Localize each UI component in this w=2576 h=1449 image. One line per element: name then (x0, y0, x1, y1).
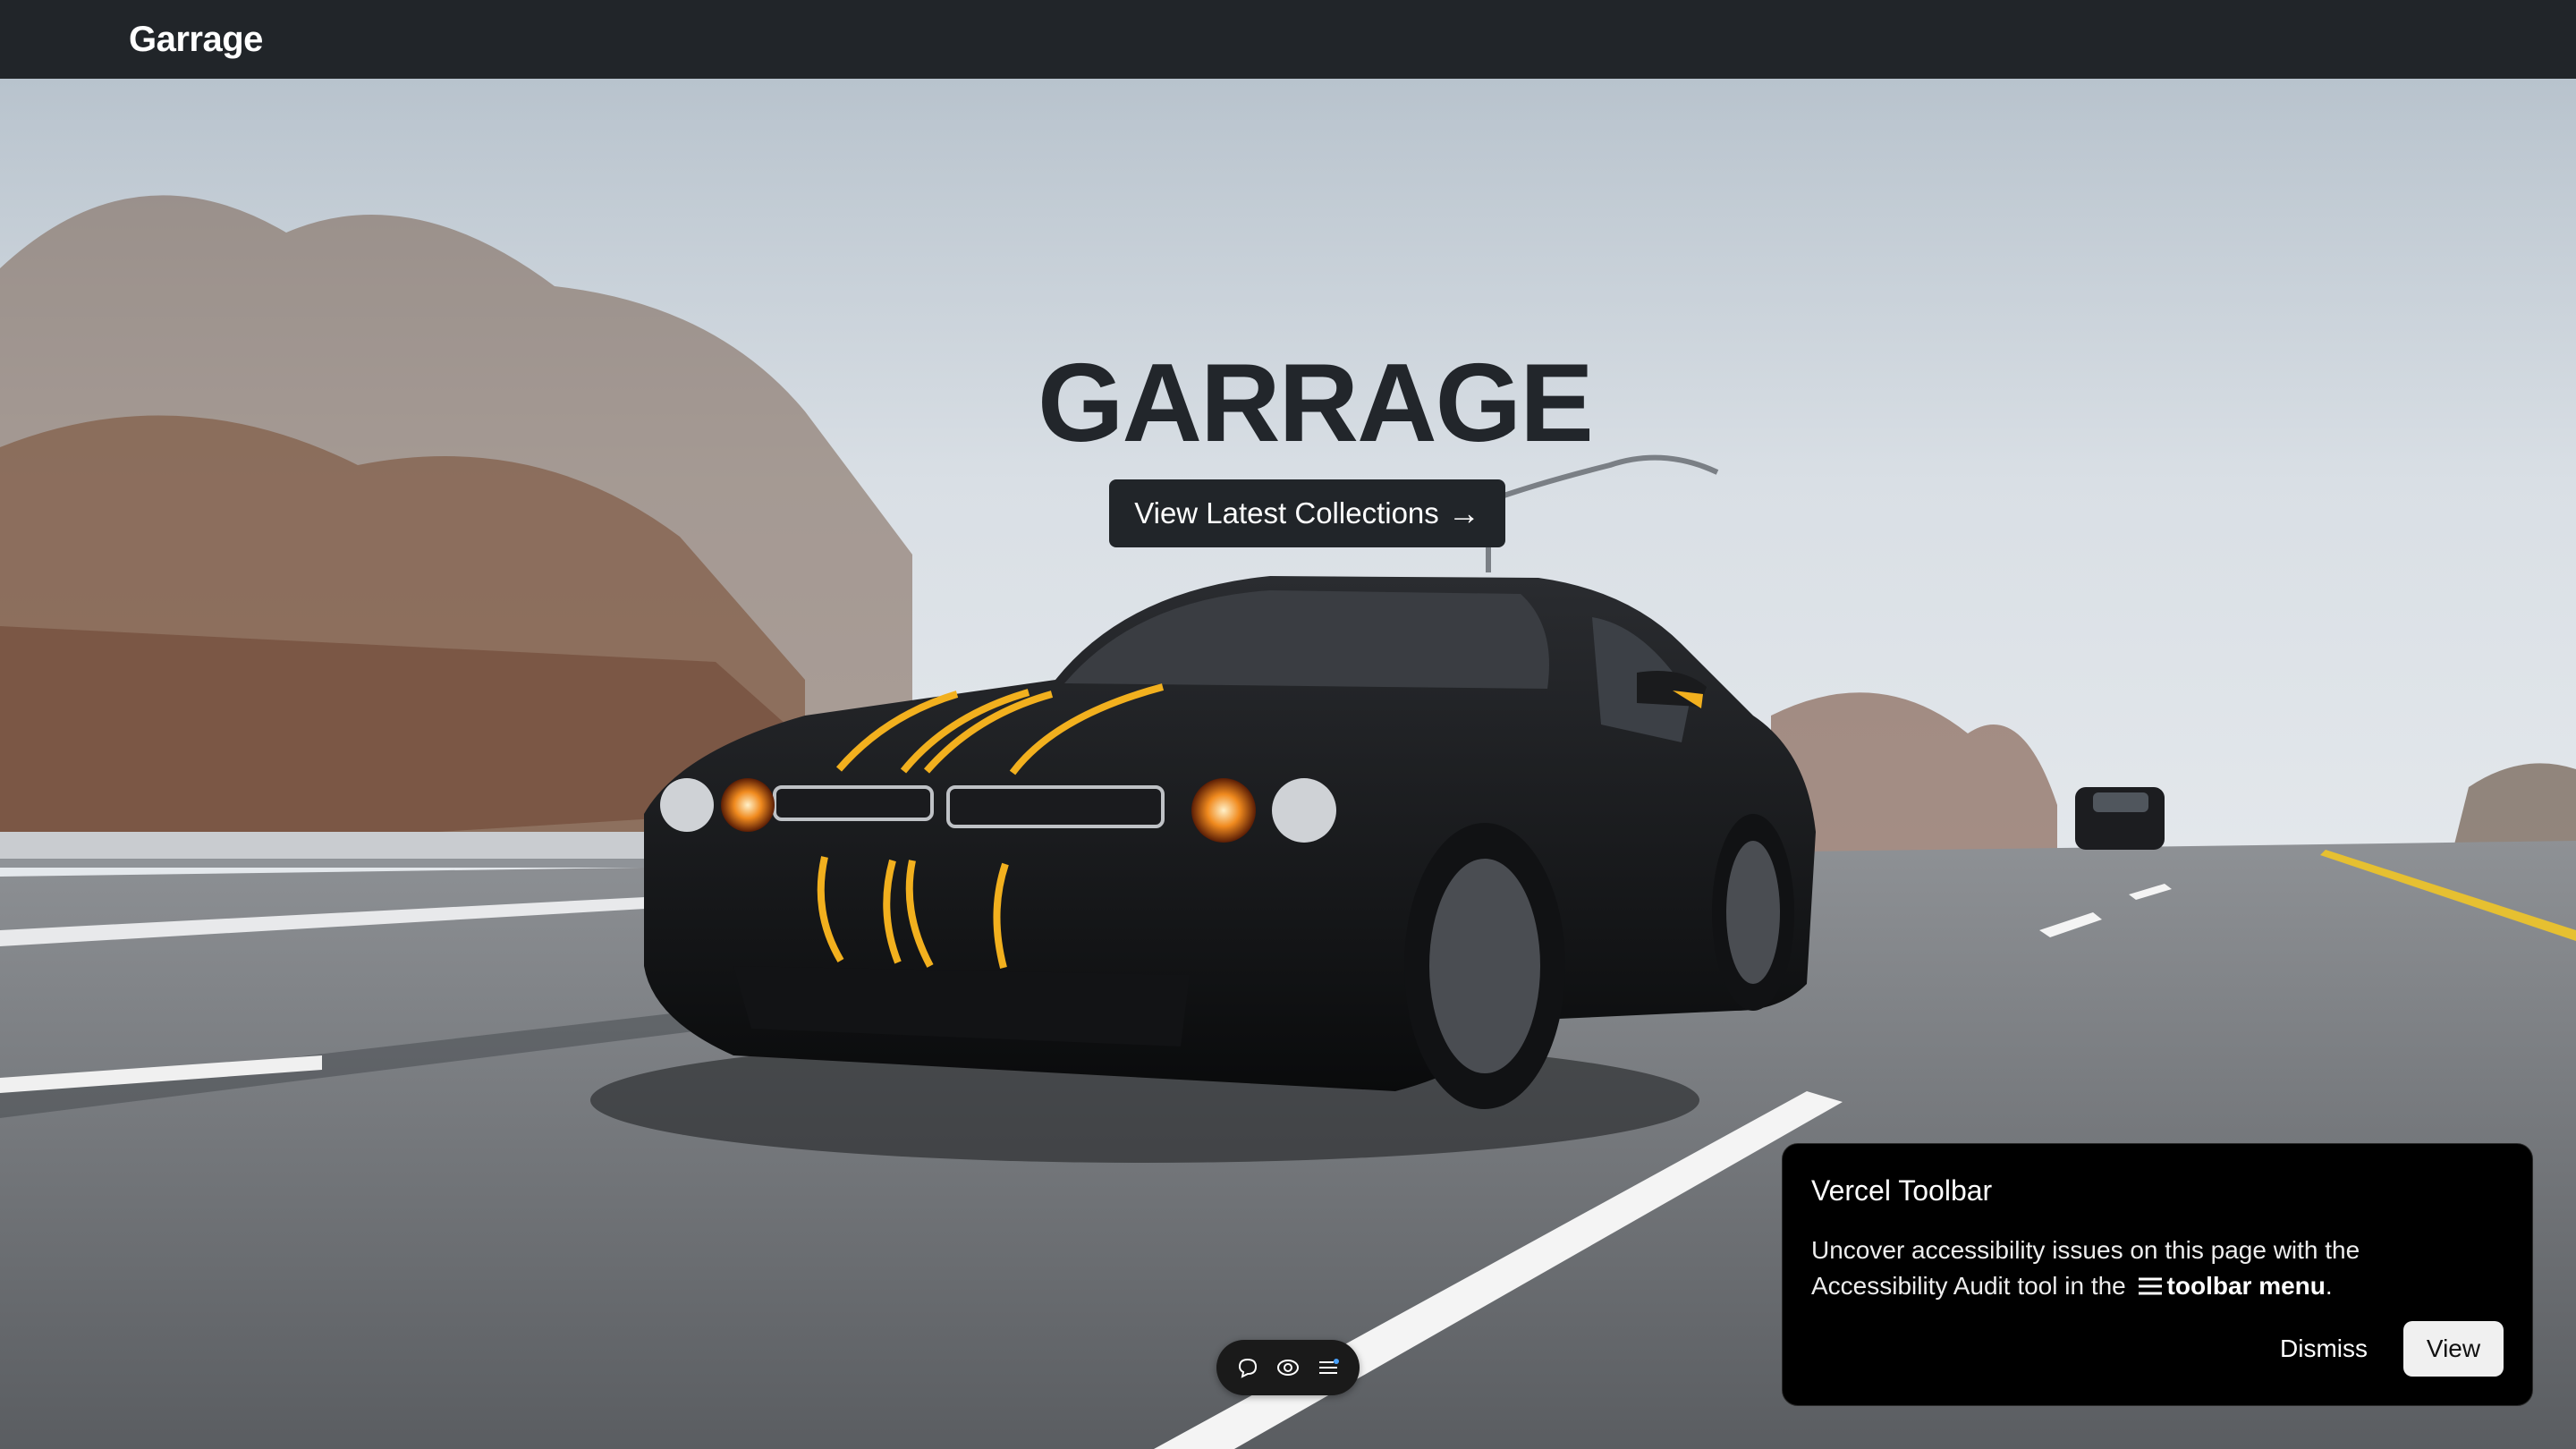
vercel-toolbar-toast: Vercel Toolbar Uncover accessibility iss… (1782, 1143, 2533, 1406)
comment-icon[interactable] (1233, 1352, 1263, 1383)
menu-icon (2137, 1272, 2164, 1308)
brand-logo-link[interactable]: Garrage (129, 20, 263, 60)
arrow-right-icon: → (1447, 495, 1480, 531)
cta-label: View Latest Collections (1134, 496, 1439, 530)
dismiss-button[interactable]: Dismiss (2280, 1335, 2368, 1363)
eye-icon[interactable] (1273, 1352, 1303, 1383)
toast-actions: Dismiss View (2280, 1321, 2504, 1377)
vercel-mini-toolbar (1216, 1340, 1360, 1395)
top-navbar: Garrage (0, 0, 2576, 79)
toast-title: Vercel Toolbar (1811, 1174, 1993, 1207)
hero-headline: GARRAGE (1038, 342, 1594, 465)
toast-body: Uncover accessibility issues on this pag… (1811, 1233, 2455, 1308)
view-latest-collections-button[interactable]: View Latest Collections → (1109, 479, 1505, 547)
toast-body-suffix: . (2325, 1272, 2333, 1300)
menu-icon[interactable] (1313, 1352, 1343, 1383)
toolbar-menu-label: toolbar menu (2166, 1272, 2326, 1300)
view-button[interactable]: View (2403, 1321, 2504, 1377)
